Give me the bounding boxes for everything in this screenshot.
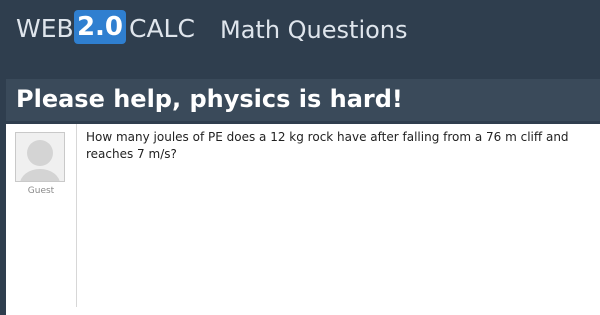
- question-title-bar: Please help, physics is hard!: [6, 79, 600, 121]
- logo-version-badge[interactable]: 2.0: [74, 10, 126, 44]
- site-header: WEB 2.0 CALC Math Questions: [0, 0, 600, 64]
- author-sidebar: Guest: [6, 124, 77, 307]
- logo-web-text[interactable]: WEB: [16, 14, 74, 43]
- avatar: [15, 132, 65, 182]
- question-content: Guest How many joules of PE does a 12 kg…: [6, 124, 600, 315]
- logo-calc-text[interactable]: CALC: [129, 14, 195, 43]
- page-title: Please help, physics is hard!: [16, 85, 403, 113]
- question-body: How many joules of PE does a 12 kg rock …: [86, 130, 569, 161]
- avatar-head-shape: [27, 140, 53, 166]
- section-title[interactable]: Math Questions: [220, 16, 408, 44]
- avatar-body-shape: [20, 169, 60, 181]
- author-name: Guest: [27, 186, 55, 196]
